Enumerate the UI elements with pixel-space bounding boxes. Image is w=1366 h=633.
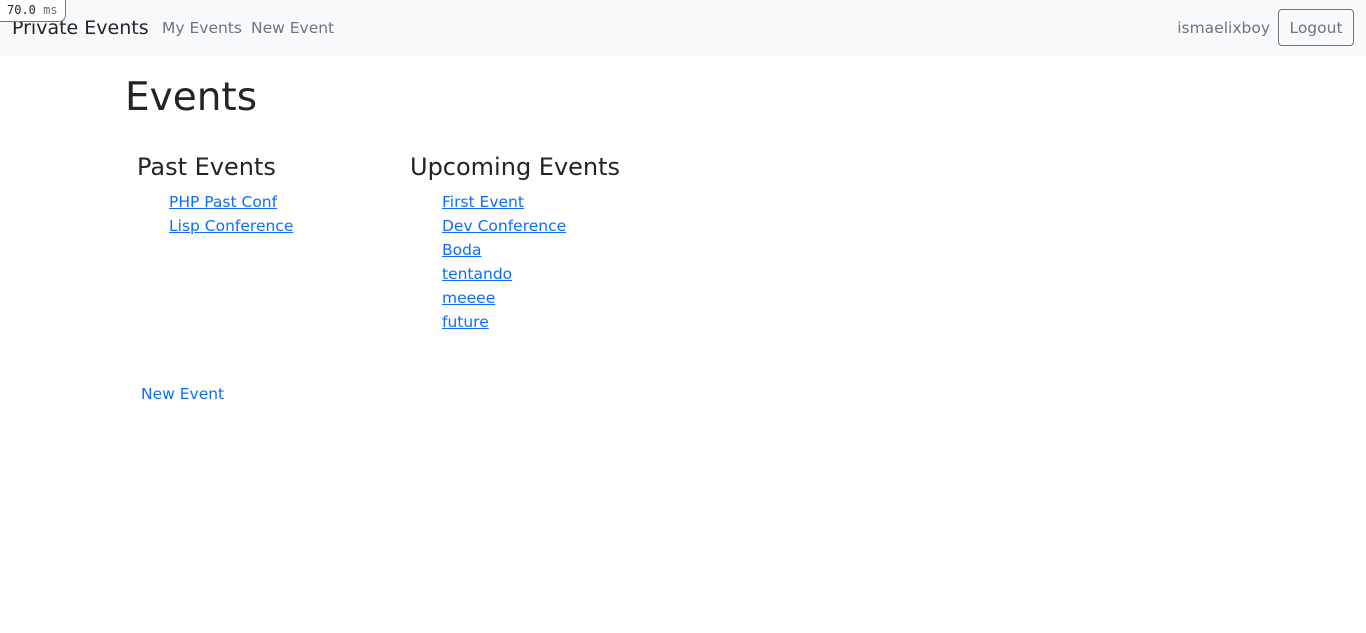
past-events-list: PHP Past Conf Lisp Conference [169,190,293,238]
list-item: meeee [442,286,566,310]
new-event-link[interactable]: New Event [141,382,224,406]
list-item: future [442,310,566,334]
navbar: Private Events My Events New Event ismae… [0,0,1366,56]
upcoming-events-heading: Upcoming Events [410,153,621,181]
past-events-heading: Past Events [137,153,276,181]
nav-new-event[interactable]: New Event [251,18,334,38]
logout-button[interactable]: Logout [1278,9,1354,46]
timing-badge: 70.0 ms [0,0,66,22]
upcoming-events-list: First Event Dev Conference Boda tentando… [442,190,566,334]
event-link[interactable]: tentando [442,265,512,283]
event-link[interactable]: PHP Past Conf [169,193,277,211]
timing-unit: ms [43,3,58,17]
event-link[interactable]: First Event [442,193,524,211]
event-link[interactable]: Lisp Conference [169,217,293,235]
event-link[interactable]: Boda [442,241,481,259]
username: ismaelixboy [1177,19,1270,37]
list-item: Dev Conference [442,214,566,238]
event-link[interactable]: Dev Conference [442,217,566,235]
list-item: Lisp Conference [169,214,293,238]
nav-my-events[interactable]: My Events [162,18,242,38]
list-item: PHP Past Conf [169,190,293,214]
list-item: tentando [442,262,566,286]
list-item: Boda [442,238,566,262]
timing-value: 70.0 [7,3,36,17]
list-item: First Event [442,190,566,214]
event-link[interactable]: future [442,313,489,331]
page-title: Events [125,75,258,120]
event-link[interactable]: meeee [442,289,495,307]
